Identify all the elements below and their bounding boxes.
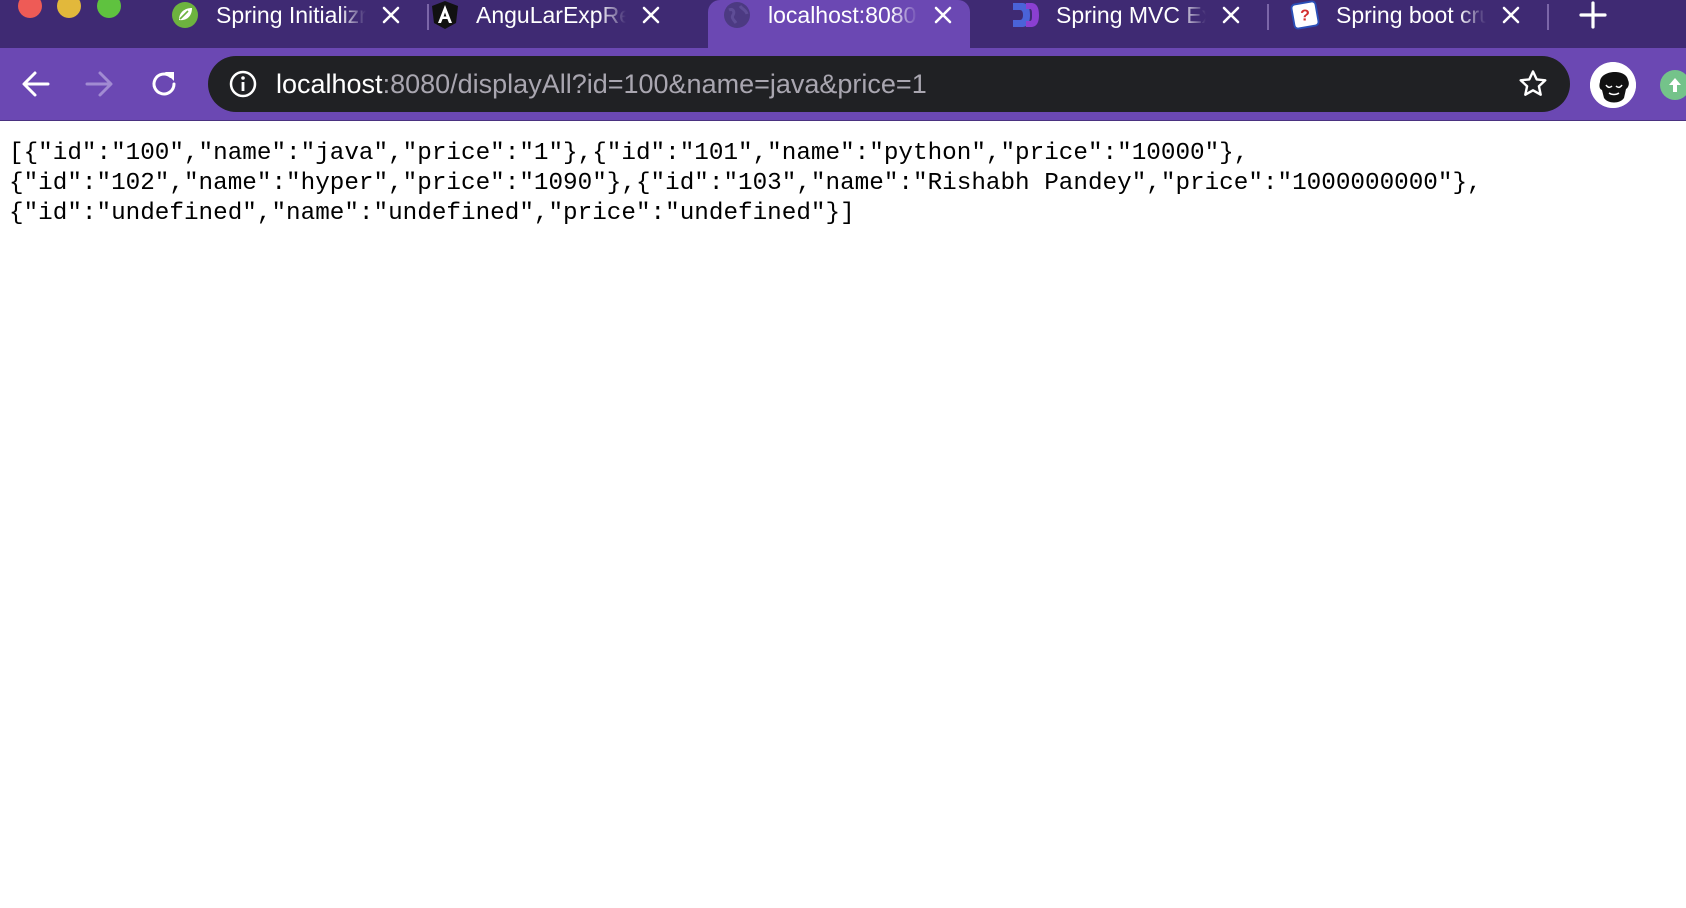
url-host: localhost [276,69,383,99]
address-bar[interactable]: localhost:8080/displayAll?id=100&name=ja… [208,56,1570,112]
tab-angular-exp-rest[interactable]: AnguLarExpRest [416,0,678,48]
angular-icon [430,0,460,30]
close-tab-icon[interactable] [930,0,956,30]
close-tab-icon[interactable] [1498,0,1524,30]
json-line: [{"id":"100","name":"java","price":"1"},… [9,140,1249,167]
tab-title: Spring MVC Example [1056,2,1206,28]
json-line: {"id":"102","name":"hyper","price":"1090… [9,170,1482,197]
tab-separator [1267,4,1269,30]
bookmark-star-icon[interactable] [1516,67,1550,101]
jetbrains-icon [1010,0,1040,30]
tab-spring-initializr[interactable]: Spring Initializr [156,0,418,48]
tab-separator [1547,4,1549,30]
maximize-window-button[interactable] [97,0,121,18]
url-path: :8080/displayAll?id=100&name=java&price=… [382,69,927,99]
tab-strip: Spring Initializr AnguLarExpRest [0,0,1686,48]
quiz-icon: ? [1290,0,1320,30]
reload-icon [152,72,176,96]
browser-chrome: Spring Initializr AnguLarExpRest [0,0,1686,121]
reload-button[interactable] [144,64,184,104]
globe-icon [722,0,752,30]
toolbar: localhost:8080/displayAll?id=100&name=ja… [0,48,1686,121]
tab-title: localhost:8080 [768,2,917,28]
tab-spring-boot-crud[interactable]: ? Spring boot crud [1276,0,1538,48]
info-icon[interactable] [228,69,258,99]
profile-avatar[interactable] [1590,62,1636,108]
forward-button[interactable] [79,64,119,104]
tab-localhost[interactable]: localhost:8080 [708,0,970,48]
new-tab-button[interactable] [1573,0,1613,30]
tab-title: AnguLarExpRest [476,2,626,28]
back-button[interactable] [16,64,56,104]
close-tab-icon[interactable] [378,0,404,30]
page-content: [{"id":"100","name":"java","price":"1"},… [0,121,1686,908]
close-window-button[interactable] [18,0,42,18]
close-tab-icon[interactable] [1218,0,1244,30]
tab-spring-mvc-example[interactable]: Spring MVC Example [996,0,1258,48]
svg-text:?: ? [1300,8,1310,25]
arrow-right-icon [85,71,113,97]
minimize-window-button[interactable] [57,0,81,18]
json-response: [{"id":"100","name":"java","price":"1"},… [9,139,1669,229]
bearded-face-icon [1590,62,1636,108]
spring-leaf-icon [170,0,200,30]
url-text[interactable]: localhost:8080/displayAll?id=100&name=ja… [276,56,927,112]
close-tab-icon[interactable] [638,0,664,30]
tab-title: Spring boot crud [1336,2,1486,28]
tab-title: Spring Initializr [216,2,366,28]
json-line: {"id":"undefined","name":"undefined","pr… [9,200,855,227]
arrow-left-icon [22,71,50,97]
update-extension-icon[interactable] [1660,70,1686,100]
